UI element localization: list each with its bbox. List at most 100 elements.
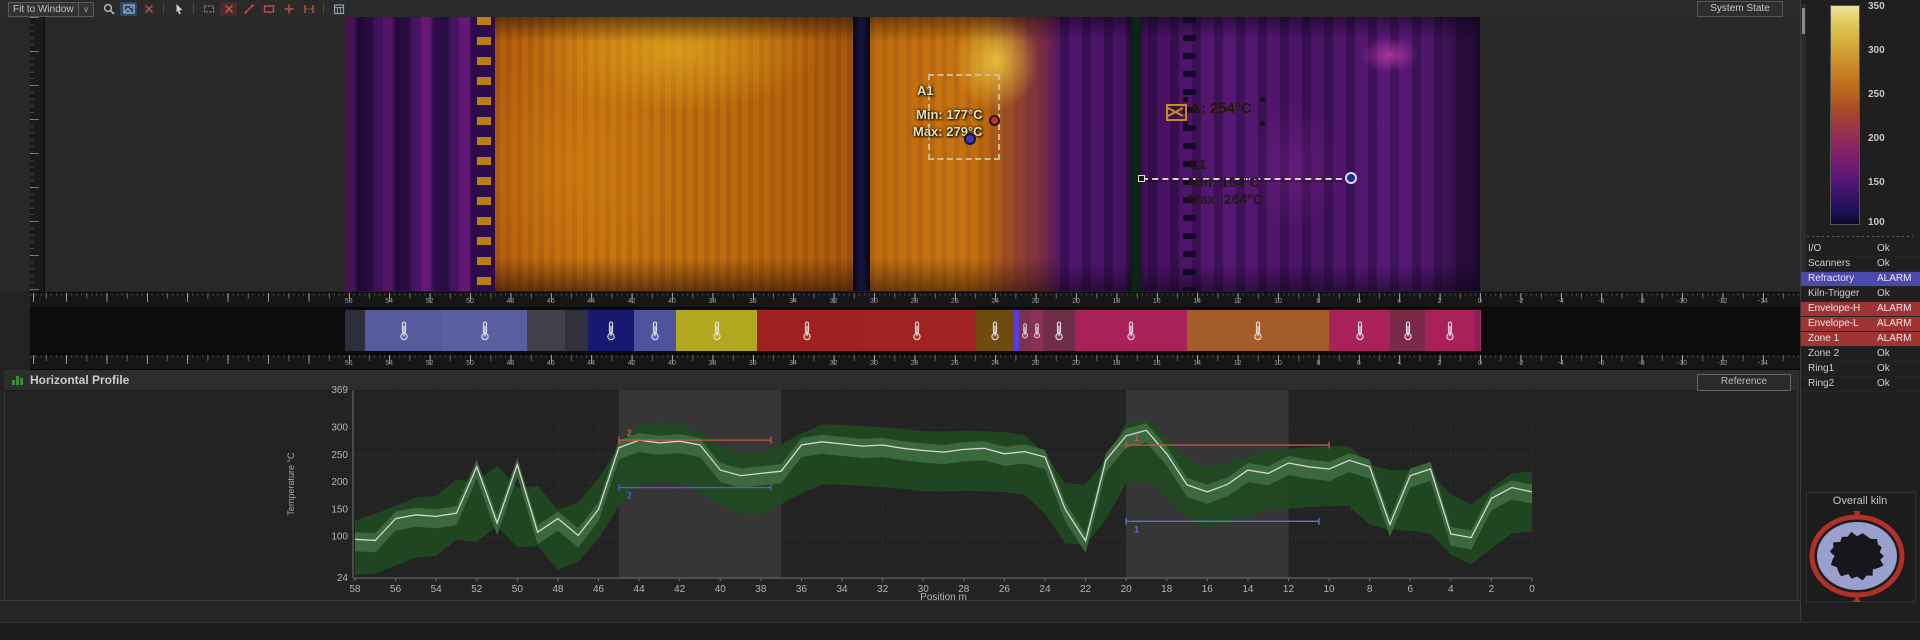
kiln-zone-segment[interactable] bbox=[565, 310, 589, 351]
svg-text:22: 22 bbox=[1080, 584, 1092, 595]
line-l1-end-handle[interactable] bbox=[1345, 172, 1357, 184]
kiln-zone-segment[interactable] bbox=[1475, 310, 1481, 351]
status-row-i-o[interactable]: I/OOk bbox=[1801, 242, 1920, 257]
status-row-zone-1[interactable]: Zone 1ALARM bbox=[1801, 332, 1920, 347]
delete-annotation-icon[interactable] bbox=[220, 2, 237, 16]
svg-text:34: 34 bbox=[836, 584, 848, 595]
calendar-icon[interactable] bbox=[330, 2, 347, 16]
status-row-envelope-h[interactable]: Envelope-HALARM bbox=[1801, 302, 1920, 317]
status-row-scanners[interactable]: ScannersOk bbox=[1801, 257, 1920, 272]
status-label: Zone 2 bbox=[1808, 347, 1839, 361]
status-row-zone-2[interactable]: Zone 2Ok bbox=[1801, 347, 1920, 362]
system-state-button[interactable]: System State bbox=[1697, 1, 1783, 17]
status-bar: Ready History: Short - On, Middle - On, … bbox=[0, 622, 1920, 640]
status-row-envelope-l[interactable]: Envelope-LALARM bbox=[1801, 317, 1920, 332]
status-row-refractory[interactable]: RefractoryALARM bbox=[1801, 272, 1920, 287]
image-canvas[interactable]: A1 Min: 177°C Max: 279°C A: 254°C L1 Min… bbox=[0, 17, 1800, 291]
kiln-zone-segment[interactable] bbox=[757, 310, 858, 351]
overall-kiln-gauge bbox=[1800, 500, 1920, 610]
svg-text:36: 36 bbox=[796, 584, 808, 595]
ruler-label: 18 bbox=[1105, 298, 1127, 305]
kiln-zone-segment[interactable] bbox=[1043, 310, 1076, 351]
thermal-region-purple bbox=[1060, 17, 1480, 291]
measure-rect-icon[interactable] bbox=[200, 2, 217, 16]
ruler-label: -6 bbox=[1590, 298, 1612, 305]
ruler-label: 12 bbox=[1227, 298, 1249, 305]
kiln-zone-segment[interactable] bbox=[442, 310, 528, 351]
scrollbar-thumb[interactable] bbox=[1802, 8, 1805, 34]
thermal-image[interactable]: A1 Min: 177°C Max: 279°C A: 254°C L1 Min… bbox=[345, 17, 1480, 291]
kiln-zone-segment[interactable] bbox=[588, 310, 635, 351]
status-row-ring1[interactable]: Ring1Ok bbox=[1801, 362, 1920, 377]
kiln-zone-segment[interactable] bbox=[976, 310, 1015, 351]
svg-text:1: 1 bbox=[1134, 433, 1139, 443]
chevron-down-icon[interactable]: v bbox=[78, 2, 94, 17]
kiln-zone-segment[interactable] bbox=[1425, 310, 1476, 351]
kiln-zone-segment[interactable] bbox=[634, 310, 677, 351]
span-tool-icon[interactable] bbox=[300, 2, 317, 16]
selection-handle[interactable] bbox=[1260, 121, 1265, 126]
colorbar-tick: 100 bbox=[1868, 217, 1908, 228]
status-value: ALARM bbox=[1877, 332, 1911, 346]
ruler-label: -4 bbox=[1550, 298, 1572, 305]
line-l1-min: Min: 164°C bbox=[1188, 174, 1260, 190]
cursor-icon[interactable] bbox=[170, 2, 187, 16]
svg-text:54: 54 bbox=[431, 584, 443, 595]
kiln-zone-segment[interactable] bbox=[527, 310, 566, 351]
status-label: Envelope-H bbox=[1808, 302, 1860, 316]
kiln-zone-segment[interactable] bbox=[365, 310, 443, 351]
svg-text:2: 2 bbox=[627, 491, 632, 501]
ruler-label: -2 bbox=[1509, 298, 1531, 305]
selection-handle[interactable] bbox=[1260, 97, 1265, 102]
svg-text:38: 38 bbox=[755, 584, 767, 595]
kiln-zone-segment[interactable] bbox=[1075, 310, 1188, 351]
svg-text:16: 16 bbox=[1202, 584, 1214, 595]
svg-text:24: 24 bbox=[337, 573, 349, 584]
status-row-kiln-trigger[interactable]: Kiln-TriggerOk bbox=[1801, 287, 1920, 302]
min-temp-marker bbox=[964, 133, 976, 145]
ruler-label: -10 bbox=[1671, 360, 1693, 367]
kiln-zone-segment[interactable] bbox=[1329, 310, 1391, 351]
ruler-label: 50 bbox=[459, 360, 481, 367]
selection-handle[interactable] bbox=[1183, 97, 1188, 102]
area-a1-min: Min: 177°C bbox=[916, 107, 983, 122]
clear-image-icon[interactable] bbox=[140, 2, 157, 16]
ruler-label: 28 bbox=[903, 360, 925, 367]
status-label: Scanners bbox=[1808, 257, 1850, 271]
line-l1-label: L1 bbox=[1190, 156, 1206, 172]
svg-text:24: 24 bbox=[1039, 584, 1051, 595]
svg-text:6: 6 bbox=[1407, 584, 1413, 595]
ruler-label: 14 bbox=[1186, 298, 1208, 305]
line-l1-start-handle[interactable] bbox=[1138, 175, 1145, 182]
rect-tool-icon[interactable] bbox=[260, 2, 277, 16]
kiln-zone-segment[interactable] bbox=[676, 310, 758, 351]
reference-button[interactable]: Reference bbox=[1697, 374, 1791, 391]
svg-text:48: 48 bbox=[552, 584, 564, 595]
ruler-label: 44 bbox=[580, 298, 602, 305]
thermal-region-hot-left bbox=[495, 17, 855, 291]
status-value: Ok bbox=[1877, 377, 1890, 391]
spot-a-label[interactable]: A: 254°C bbox=[1190, 100, 1252, 117]
svg-text:32: 32 bbox=[877, 584, 889, 595]
cross-tool-icon[interactable] bbox=[280, 2, 297, 16]
envelope-icon[interactable] bbox=[1166, 104, 1187, 121]
scrollbar[interactable] bbox=[1801, 4, 1806, 274]
ruler-label: 36 bbox=[742, 298, 764, 305]
kiln-zone-segment[interactable] bbox=[857, 310, 977, 351]
status-row-ring2[interactable]: Ring2Ok bbox=[1801, 377, 1920, 392]
zoom-icon[interactable] bbox=[100, 2, 117, 16]
profile-chart[interactable]: 2211369300250200150100245856545250484644… bbox=[280, 384, 1560, 602]
colorbar-tick: 250 bbox=[1868, 89, 1908, 100]
svg-text:2: 2 bbox=[1489, 584, 1495, 595]
ruler-label: 46 bbox=[540, 298, 562, 305]
kiln-zone-segment[interactable] bbox=[1390, 310, 1426, 351]
kiln-zone-segment[interactable] bbox=[1187, 310, 1330, 351]
toolbar-divider bbox=[323, 3, 324, 14]
selection-handle[interactable] bbox=[1183, 121, 1188, 126]
image-view-icon[interactable] bbox=[120, 2, 137, 16]
zoom-mode-select[interactable]: Fit to Window bbox=[8, 2, 82, 17]
line-tool-icon[interactable] bbox=[240, 2, 257, 16]
kiln-zone-segment[interactable] bbox=[345, 310, 366, 351]
ruler-label: 20 bbox=[1065, 298, 1087, 305]
chart-ylabel: Temperature °C bbox=[286, 452, 296, 516]
